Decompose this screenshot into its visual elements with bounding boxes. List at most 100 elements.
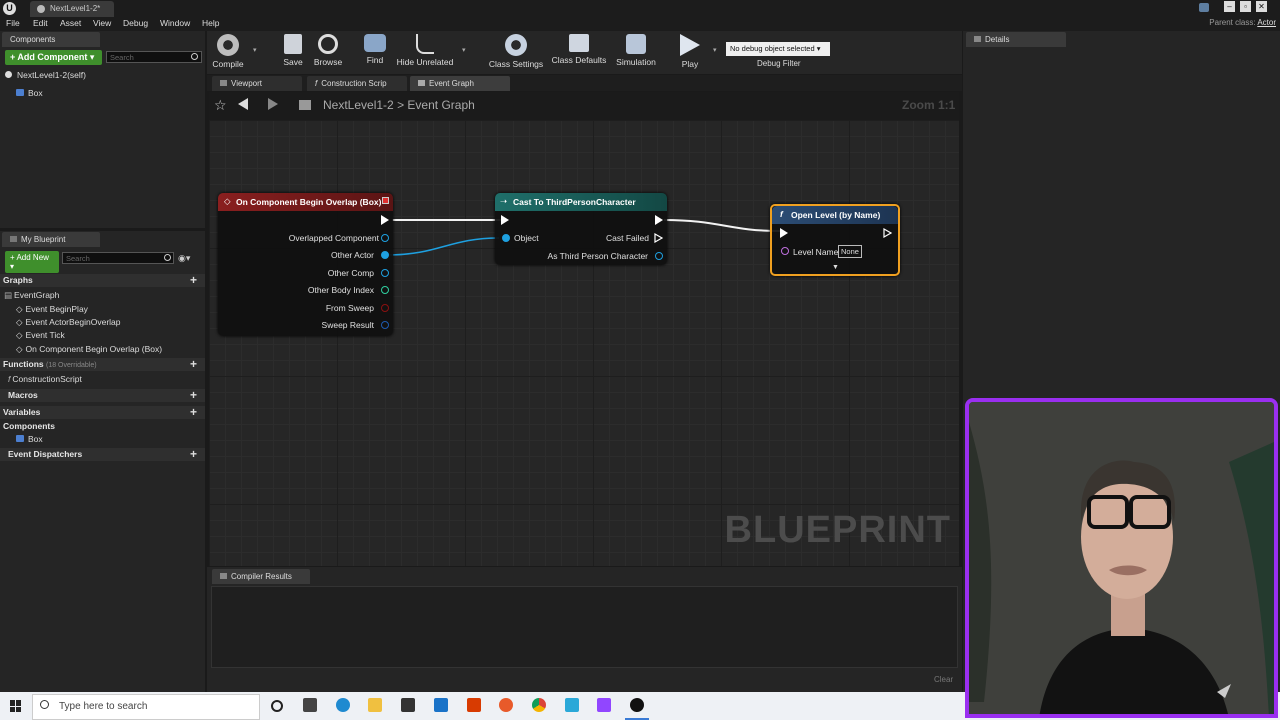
- graphs-category[interactable]: Graphs: [0, 274, 205, 287]
- variables-category[interactable]: Variables: [0, 406, 205, 419]
- event-tick-item[interactable]: ◇ Event Tick: [16, 330, 65, 341]
- browse-button[interactable]: Browse: [312, 34, 344, 67]
- find-button[interactable]: Find: [360, 34, 390, 65]
- cast-failed-exec-pin[interactable]: [654, 232, 664, 244]
- maximize-button[interactable]: ▫: [1240, 1, 1251, 12]
- delegate-pin-icon[interactable]: [382, 197, 389, 204]
- windows-start-icon[interactable]: [10, 700, 22, 712]
- event-graph-canvas[interactable]: ◇ On Component Begin Overlap (Box) Overl…: [209, 120, 959, 566]
- add-new-button[interactable]: + Add New ▾: [5, 251, 59, 273]
- mail-icon[interactable]: [434, 698, 448, 712]
- menu-debug[interactable]: Debug: [123, 18, 148, 28]
- level-name-input[interactable]: None: [838, 245, 862, 258]
- add-graph-plus-icon[interactable]: +: [190, 273, 197, 287]
- back-arrow-icon[interactable]: [238, 98, 248, 110]
- functions-category[interactable]: Functions (18 Overridable): [0, 358, 205, 371]
- parent-class-link[interactable]: Actor: [1257, 18, 1276, 27]
- menu-edit[interactable]: Edit: [33, 18, 48, 28]
- tab-viewport[interactable]: Viewport: [212, 76, 302, 91]
- exec-out-pin[interactable]: [883, 227, 893, 239]
- add-component-button[interactable]: + Add Component ▾: [5, 50, 102, 65]
- play-options-chevron-icon[interactable]: ▾: [713, 46, 717, 54]
- forward-arrow-icon[interactable]: [268, 98, 278, 110]
- compile-button[interactable]: Compile: [210, 34, 246, 69]
- cortana-icon[interactable]: [271, 700, 283, 712]
- event-actor-begin-overlap-item[interactable]: ◇ Event ActorBeginOverlap: [16, 317, 121, 328]
- edge-browser-icon[interactable]: [336, 698, 350, 712]
- breadcrumb-blueprint[interactable]: NextLevel1-2: [323, 98, 394, 112]
- construction-script-item[interactable]: f ConstructionScript: [8, 374, 82, 384]
- add-function-plus-icon[interactable]: +: [190, 357, 197, 371]
- my-blueprint-search-input[interactable]: Search: [62, 252, 174, 264]
- close-button[interactable]: ✕: [1256, 1, 1267, 12]
- node-cast-to-third-person-character[interactable]: ➝ Cast To ThirdPersonCharacter Object Ca…: [495, 193, 667, 265]
- pin-other-actor-socket[interactable]: [381, 251, 389, 259]
- components-search-input[interactable]: Search: [106, 51, 202, 63]
- menu-file[interactable]: File: [6, 18, 20, 28]
- component-self-item[interactable]: NextLevel1-2(self): [5, 70, 86, 80]
- class-defaults-button[interactable]: Class Defaults: [551, 34, 607, 65]
- class-settings-button[interactable]: Class Settings: [488, 34, 544, 69]
- file-explorer-icon[interactable]: [368, 698, 382, 712]
- save-button[interactable]: Save: [279, 34, 307, 67]
- details-tab[interactable]: Details: [966, 32, 1066, 47]
- event-component-begin-overlap-item[interactable]: ◇ On Component Begin Overlap (Box): [16, 344, 162, 355]
- menu-window[interactable]: Window: [160, 18, 190, 28]
- unreal-engine-icon[interactable]: [630, 698, 644, 712]
- menu-asset[interactable]: Asset: [60, 18, 81, 28]
- clear-button[interactable]: Clear: [934, 675, 953, 684]
- play-button[interactable]: Play: [675, 34, 705, 69]
- pin-sweep-result-socket[interactable]: [381, 321, 389, 329]
- add-macro-plus-icon[interactable]: +: [190, 388, 197, 402]
- add-variable-plus-icon[interactable]: +: [190, 405, 197, 419]
- add-dispatcher-plus-icon[interactable]: +: [190, 447, 197, 461]
- component-box-item[interactable]: Box: [16, 88, 43, 98]
- pin-other-body-index-socket[interactable]: [381, 286, 389, 294]
- taskbar-search-input[interactable]: Type here to search: [32, 694, 260, 720]
- node-on-component-begin-overlap[interactable]: ◇ On Component Begin Overlap (Box) Overl…: [218, 193, 393, 336]
- components-variables-category[interactable]: Components: [3, 421, 55, 431]
- exec-out-pin[interactable]: [381, 215, 389, 225]
- simulation-button[interactable]: Simulation: [614, 34, 658, 67]
- tab-event-graph[interactable]: Event Graph: [410, 76, 510, 91]
- hide-unrelated-button[interactable]: Hide Unrelated: [396, 34, 454, 67]
- my-blueprint-tab[interactable]: My Blueprint: [2, 232, 100, 247]
- debug-object-select[interactable]: No debug object selected ▾: [726, 42, 830, 56]
- twitch-icon[interactable]: [597, 698, 611, 712]
- compile-options-chevron-icon[interactable]: ▾: [253, 46, 257, 54]
- app-cyan-icon[interactable]: [565, 698, 579, 712]
- store-icon[interactable]: [401, 698, 415, 712]
- office-icon[interactable]: [467, 698, 481, 712]
- event-begin-play-item[interactable]: ◇ Event BeginPlay: [16, 304, 88, 315]
- exec-in-pin[interactable]: [501, 215, 509, 225]
- pin-as-third-person-socket[interactable]: [655, 252, 663, 260]
- compiler-results-tab[interactable]: Compiler Results: [212, 569, 310, 584]
- event-graph-item[interactable]: ▤ EventGraph: [4, 290, 59, 301]
- variable-box-item[interactable]: Box: [16, 434, 43, 444]
- pin-overlapped-component-socket[interactable]: [381, 234, 389, 242]
- pin-other-comp-socket[interactable]: [381, 269, 389, 277]
- components-tab[interactable]: Components: [2, 32, 100, 47]
- tab-construction-script[interactable]: f Construction Scrip: [307, 76, 407, 91]
- exec-in-pin[interactable]: [780, 228, 788, 238]
- event-diamond-icon: ◇: [224, 196, 231, 206]
- expand-chevron-icon[interactable]: ▼: [832, 264, 839, 271]
- pin-from-sweep-socket[interactable]: [381, 304, 389, 312]
- exec-out-pin[interactable]: [655, 215, 663, 225]
- minimize-button[interactable]: –: [1224, 1, 1235, 12]
- node-open-level-by-name[interactable]: f Open Level (by Name) Level Name None ▼: [770, 204, 900, 276]
- menu-help[interactable]: Help: [202, 18, 219, 28]
- favorite-star-icon[interactable]: ☆: [214, 97, 227, 114]
- document-tab[interactable]: NextLevel1-2*: [30, 1, 114, 17]
- app-orange-icon[interactable]: [499, 698, 513, 712]
- menu-view[interactable]: View: [93, 18, 111, 28]
- event-dispatchers-category[interactable]: Event Dispatchers: [0, 448, 205, 461]
- hide-unrelated-chevron-icon[interactable]: ▾: [462, 46, 466, 54]
- pin-object-socket[interactable]: [502, 234, 510, 242]
- view-options-eye-icon[interactable]: ◉▾: [178, 253, 190, 264]
- pin-level-name-socket[interactable]: [781, 247, 789, 255]
- task-view-icon[interactable]: [303, 698, 317, 712]
- macros-category[interactable]: Macros: [0, 389, 205, 402]
- user-icon[interactable]: [1199, 3, 1209, 12]
- chrome-icon[interactable]: [532, 698, 546, 712]
